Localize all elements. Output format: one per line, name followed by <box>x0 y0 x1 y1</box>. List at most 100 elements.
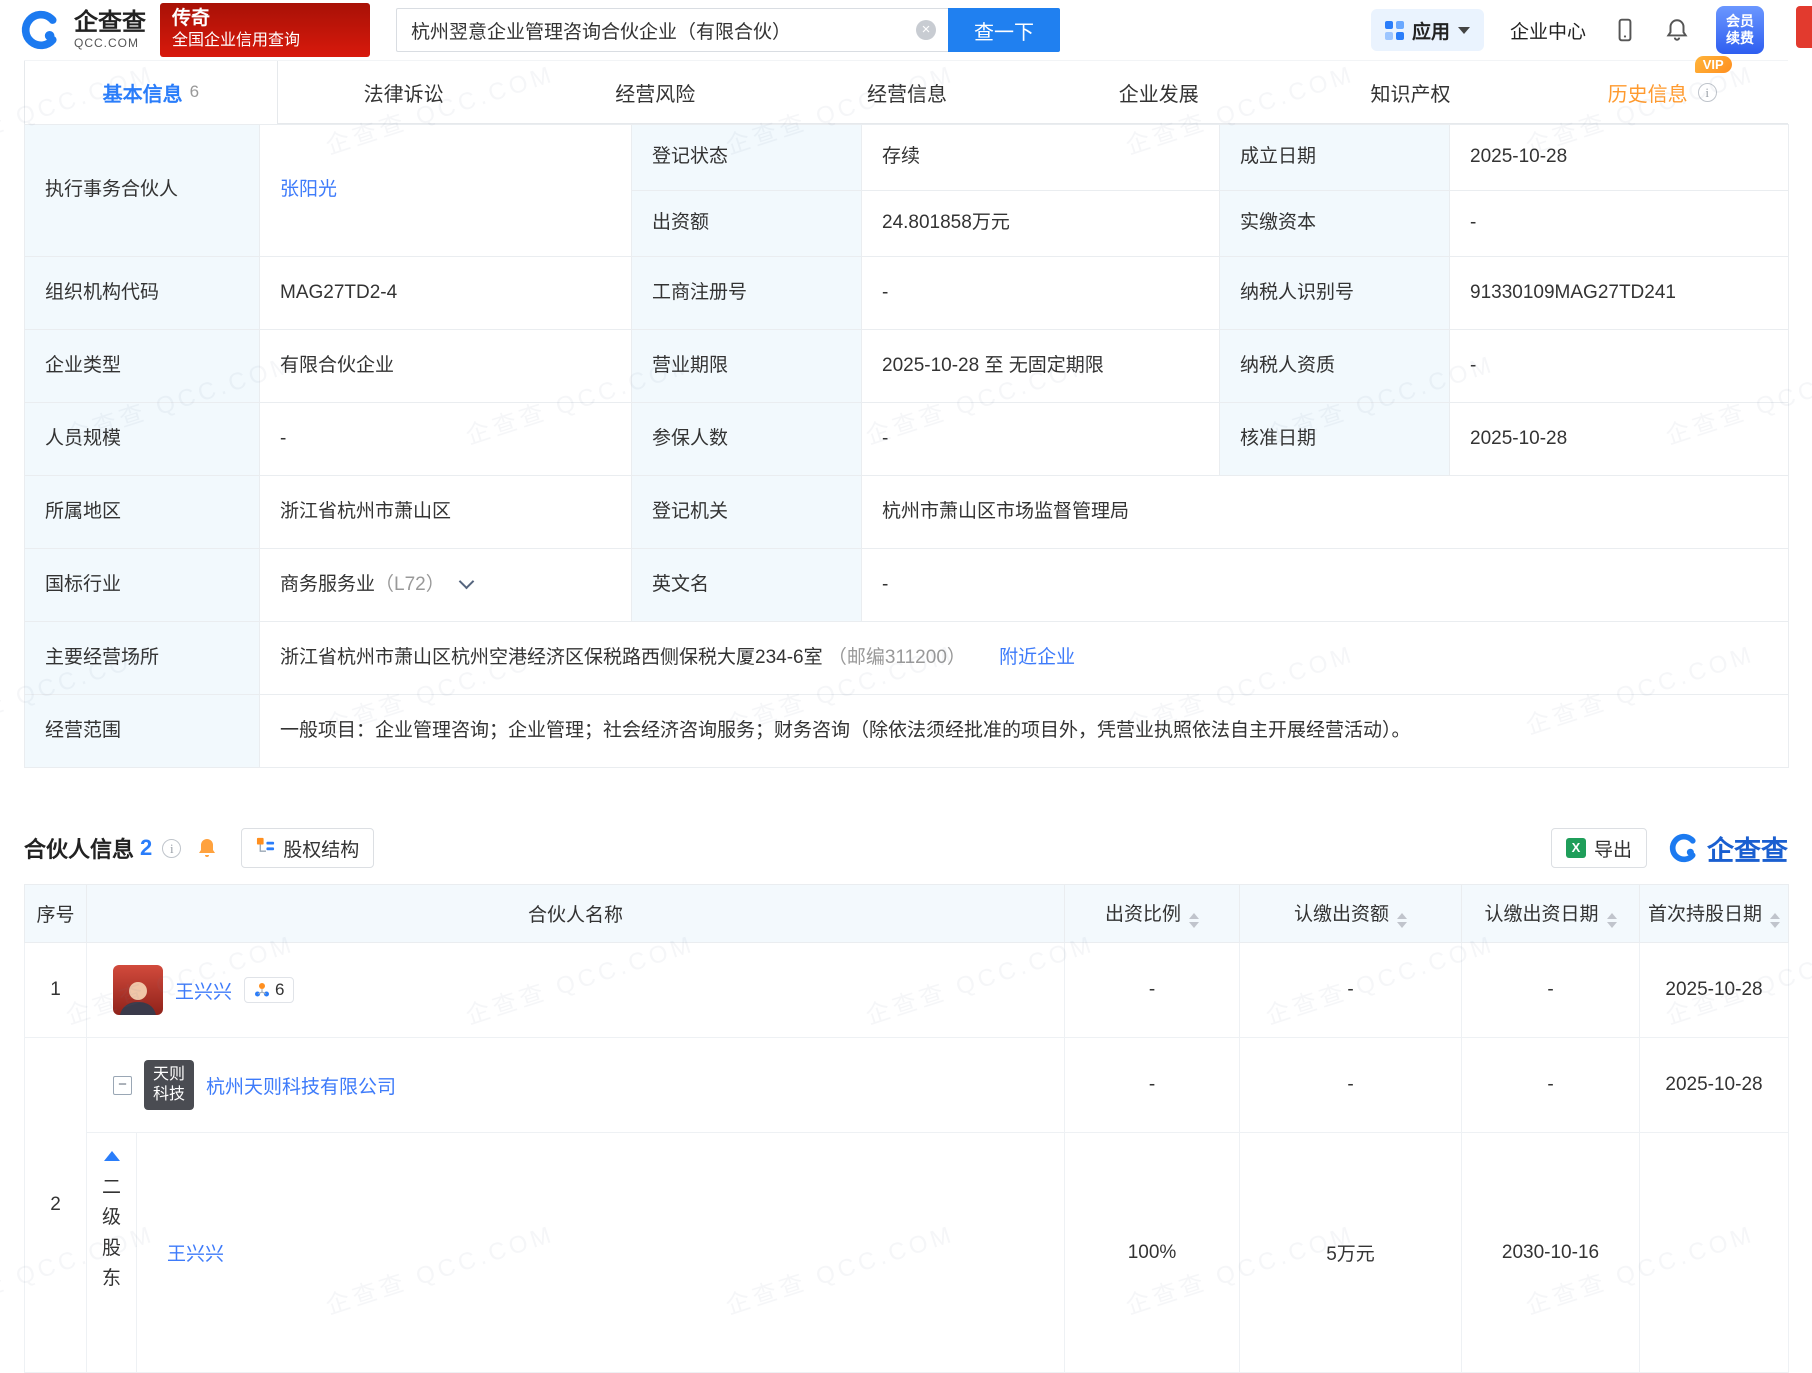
tab-operation-risk[interactable]: 经营风险 <box>529 61 781 123</box>
field-label: 企业类型 <box>25 330 260 403</box>
collapse-arrow-icon <box>104 1151 120 1161</box>
promo-badge[interactable]: 传奇 全国企业信用查询 <box>160 3 370 57</box>
apps-label: 应用 <box>1412 17 1450 44</box>
field-value: MAG27TD2-4 <box>260 257 632 330</box>
sub-shareholder-link[interactable]: 王兴兴 <box>167 1239 224 1266</box>
qcc-logo[interactable]: 企查查 QCC.COM <box>18 7 146 53</box>
tab-label: 经营风险 <box>615 78 695 107</box>
member-badge-line1: 会员 <box>1726 13 1754 31</box>
field-value: 商务服务业（L72） <box>260 549 632 622</box>
sort-icon[interactable] <box>1189 913 1199 928</box>
sub-shareholder-cell: 二级股东 王兴兴 <box>87 1133 1065 1373</box>
vip-badge: VIP <box>1695 56 1732 73</box>
export-label: 导出 <box>1594 835 1632 862</box>
apps-menu[interactable]: 应用 <box>1371 9 1484 51</box>
search-box: × <box>396 8 948 52</box>
column-header-first-hold-date[interactable]: 首次持股日期 <box>1640 885 1789 943</box>
tab-legal-litigation[interactable]: 法律诉讼 <box>278 61 530 123</box>
sub-date: 2030-10-16 <box>1462 1133 1640 1373</box>
search-group: × 查一下 <box>396 8 1060 52</box>
field-value: - <box>862 257 1220 330</box>
tab-basic-info[interactable]: 基本信息 6 <box>24 61 278 123</box>
tab-company-development[interactable]: 企业发展 <box>1033 61 1285 123</box>
collapse-toggle[interactable]: − <box>113 1076 132 1095</box>
partner-sub-row: 二级股东 王兴兴 100% 5万元 2030-10-16 <box>25 1133 1789 1373</box>
chevron-down-icon[interactable] <box>458 573 474 589</box>
tab-history-info[interactable]: 历史信息 VIP i <box>1536 61 1788 123</box>
sub-first-date <box>1640 1133 1789 1373</box>
field-value: 杭州市萧山区市场监督管理局 <box>862 476 1789 549</box>
clear-icon[interactable]: × <box>916 20 936 40</box>
apps-grid-icon <box>1385 21 1404 40</box>
field-value: - <box>862 549 1789 622</box>
secondary-shareholder-label: 二级股东 <box>101 1173 122 1295</box>
caret-down-icon <box>1458 27 1470 34</box>
promo-badge-line1: 传奇 <box>172 7 358 31</box>
member-renew-badge[interactable]: 会员 续费 <box>1716 6 1764 54</box>
partner-amount: - <box>1240 1038 1462 1133</box>
related-companies-badge[interactable]: 6 <box>244 977 294 1003</box>
column-header-subscribed-date[interactable]: 认缴出资日期 <box>1462 885 1640 943</box>
field-label: 纳税人资质 <box>1220 330 1450 403</box>
company-logo[interactable]: 天则 科技 <box>144 1060 194 1110</box>
partner-name-link[interactable]: 杭州天则科技有限公司 <box>206 1072 396 1099</box>
floating-activity-tab[interactable] <box>1796 6 1812 48</box>
executive-partner-link[interactable]: 张阳光 <box>280 179 337 200</box>
tab-operation-info[interactable]: 经营信息 <box>781 61 1033 123</box>
tab-label: 基本信息 <box>103 78 183 107</box>
column-header-name: 合伙人名称 <box>87 885 1065 943</box>
field-value: 浙江省杭州市萧山区杭州空港经济区保税路西侧保税大厦234-6室 （邮编31120… <box>260 622 1789 695</box>
field-value: 一般项目：企业管理咨询；企业管理；社会经济咨询服务；财务咨询（除依法须经批准的项… <box>260 695 1789 768</box>
sort-icon[interactable] <box>1607 913 1617 928</box>
sort-icon[interactable] <box>1770 913 1780 928</box>
field-value: - <box>260 403 632 476</box>
field-label: 核准日期 <box>1220 403 1450 476</box>
column-header-ratio[interactable]: 出资比例 <box>1065 885 1240 943</box>
partner-name-cell: − 天则 科技 杭州天则科技有限公司 <box>87 1038 1065 1133</box>
partners-header-right: X 导出 企查查 <box>1551 828 1788 868</box>
sub-ratio: 100% <box>1065 1133 1240 1373</box>
field-label: 实缴资本 <box>1220 191 1450 257</box>
tab-label: 经营信息 <box>867 78 947 107</box>
partner-name-link[interactable]: 王兴兴 <box>175 977 232 1004</box>
info-icon[interactable]: i <box>162 839 181 858</box>
field-value: 24.801858万元 <box>862 191 1220 257</box>
logo-domain: QCC.COM <box>74 36 146 50</box>
field-value: 2025-10-28 <box>1450 403 1789 476</box>
nearby-companies-link[interactable]: 附近企业 <box>999 647 1075 668</box>
tab-intellectual-property[interactable]: 知识产权 <box>1285 61 1537 123</box>
field-label: 组织机构代码 <box>25 257 260 330</box>
notification-bell-icon[interactable] <box>1664 17 1690 43</box>
column-header-subscribed-amount[interactable]: 认缴出资额 <box>1240 885 1462 943</box>
field-label: 纳税人识别号 <box>1220 257 1450 330</box>
field-value: 浙江省杭州市萧山区 <box>260 476 632 549</box>
partners-table-header: 序号 合伙人名称 出资比例 认缴出资额 认缴出资日期 首次持股日期 <box>25 885 1789 943</box>
excel-icon: X <box>1566 838 1586 858</box>
partners-header: 合伙人信息 2 i 股权结构 X 导出 <box>24 824 1788 872</box>
subscribe-bell-icon[interactable] <box>195 836 219 860</box>
export-button[interactable]: X 导出 <box>1551 828 1647 868</box>
field-label: 成立日期 <box>1220 125 1450 191</box>
main-site-postcode: （邮编311200） <box>828 647 966 668</box>
qcc-brand-text: 企查查 <box>1707 829 1788 868</box>
field-value: - <box>862 403 1220 476</box>
topbar-right: 应用 企业中心 会员 续费 <box>1371 6 1794 54</box>
mobile-app-icon[interactable] <box>1612 17 1638 43</box>
field-value: - <box>1450 191 1789 257</box>
search-button[interactable]: 查一下 <box>948 8 1060 52</box>
info-icon[interactable]: i <box>1698 83 1717 102</box>
partner-avatar[interactable] <box>113 965 163 1015</box>
equity-structure-icon <box>256 836 275 861</box>
tab-label: 企业发展 <box>1119 78 1199 107</box>
company-logo-line2: 科技 <box>153 1085 185 1105</box>
related-count: 6 <box>275 980 284 1000</box>
search-input[interactable] <box>396 8 948 52</box>
enterprise-center-link[interactable]: 企业中心 <box>1510 17 1586 44</box>
field-label: 登记状态 <box>632 125 862 191</box>
logo-title: 企查查 <box>74 10 146 35</box>
equity-structure-button[interactable]: 股权结构 <box>241 828 374 868</box>
secondary-shareholder-strip[interactable]: 二级股东 <box>87 1133 137 1372</box>
sort-icon[interactable] <box>1397 913 1407 928</box>
partners-count: 2 <box>140 835 152 861</box>
partner-no: 1 <box>25 943 87 1038</box>
